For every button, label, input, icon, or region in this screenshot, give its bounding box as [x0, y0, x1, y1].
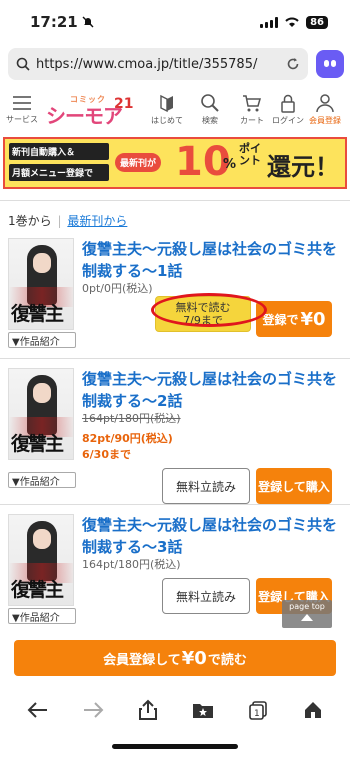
cover-title: 復讐主夫: [11, 433, 64, 455]
nav-search[interactable]: 検索: [193, 93, 227, 126]
free-preview-button-3[interactable]: 無料立読み: [162, 578, 250, 614]
home-button[interactable]: [298, 695, 328, 725]
logo-main-text: シーモア: [46, 104, 123, 128]
cover-image-1[interactable]: 復讐主夫: [8, 238, 74, 330]
bookmark-folder-icon: [192, 704, 213, 718]
extension-icon[interactable]: [316, 50, 344, 78]
register-label: 登録で: [262, 312, 299, 327]
mute-bell-icon: [82, 16, 94, 28]
tabs-icon: 1: [248, 701, 267, 720]
reload-icon[interactable]: [286, 57, 300, 71]
battery-icon: 86: [306, 15, 328, 29]
banner-badge: 最新刊が: [115, 153, 162, 172]
banner-line-1: 新刊自動購入＆: [9, 143, 109, 160]
site-logo[interactable]: コミック シーモア 21: [44, 92, 134, 128]
nav-register[interactable]: 会員登録: [308, 93, 342, 126]
home-icon: [304, 702, 321, 718]
divider: [0, 358, 350, 359]
order-separator: |: [57, 214, 62, 228]
search-icon: [16, 57, 30, 71]
bookmarks-button[interactable]: [188, 695, 218, 725]
cover-title: 復讐主夫: [11, 303, 64, 325]
register-read-free-button[interactable]: 会員登録して ¥0 で読む: [14, 640, 336, 676]
beginner-mark-icon: [157, 93, 177, 113]
arrow-left-icon: [27, 702, 47, 718]
cover-image-2[interactable]: 復讐主夫: [8, 368, 74, 460]
register-price: ¥0: [300, 308, 326, 330]
banner-line-2: 月額メニュー登録で: [9, 164, 109, 181]
intro-toggle-1[interactable]: ▼作品紹介: [8, 332, 76, 348]
nav-beginner[interactable]: はじめて: [150, 93, 184, 126]
divider: [0, 200, 350, 201]
arrow-right-icon: [83, 702, 103, 718]
cover-title: 復讐主夫: [11, 579, 64, 601]
sale-until-2: 6/30まで: [82, 448, 131, 461]
register-buy-button-2[interactable]: 登録して購入: [256, 468, 332, 504]
home-indicator: [112, 744, 238, 749]
arrow-up-icon: [301, 614, 313, 621]
user-icon: [315, 93, 335, 113]
divider: [0, 504, 350, 505]
nav-cart-label: カート: [240, 116, 264, 125]
hamburger-icon: [13, 96, 31, 110]
nav-beginner-label: はじめて: [151, 116, 183, 125]
lock-icon: [278, 93, 298, 113]
nav-cart[interactable]: カート: [235, 93, 269, 126]
order-from-first[interactable]: 1巻から: [8, 214, 52, 228]
signal-icon: [260, 16, 279, 28]
volume-price-3: 164pt/180円(税込): [82, 558, 181, 571]
cta-pre: 会員登録して: [103, 652, 181, 668]
cart-icon: [242, 93, 262, 113]
status-time: 17:21: [30, 13, 94, 31]
forward-button[interactable]: [78, 695, 108, 725]
logo-number-text: 21: [114, 96, 134, 112]
cta-post: で読む: [207, 652, 247, 668]
register-free-button-1[interactable]: 登録で ¥0: [256, 301, 332, 337]
wifi-icon: [285, 17, 299, 27]
svg-text:1: 1: [254, 709, 260, 719]
cta-price: ¥0: [181, 647, 207, 669]
volume-title-2[interactable]: 復讐主夫～元殺し屋は社会のゴミ共を制裁する～2話: [82, 368, 344, 412]
browser-toolbar: 1: [0, 690, 350, 730]
cover-image-3[interactable]: 復讐主夫: [8, 514, 74, 606]
banner-point: ポイント: [239, 142, 261, 167]
volume-title-3[interactable]: 復讐主夫～元殺し屋は社会のゴミ共を制裁する～3話: [82, 514, 344, 558]
volume-price-old-2: 164pt/180円(税込): [82, 412, 181, 425]
banner-percent: %: [223, 157, 237, 172]
order-from-latest-link[interactable]: 最新刊から: [67, 214, 127, 228]
page-top-label: page top: [289, 602, 325, 611]
url-text: https://www.cmoa.jp/title/355785/: [36, 56, 258, 72]
service-menu-label: サービス: [6, 115, 38, 124]
sort-order: 1巻から | 最新刊から: [8, 212, 127, 229]
nav-search-label: 検索: [202, 116, 218, 125]
intro-toggle-3[interactable]: ▼作品紹介: [8, 608, 76, 624]
volume-price-1: 0pt/0円(税込): [82, 282, 153, 295]
page-top-button[interactable]: page top: [282, 600, 332, 628]
volume-title-1[interactable]: 復讐主夫～元殺し屋は社会のゴミ共を制裁する～1話: [82, 238, 344, 282]
nav-login-label: ログイン: [272, 116, 304, 125]
status-bar: 17:21 86: [0, 0, 350, 44]
back-button[interactable]: [23, 695, 53, 725]
nav-register-label: 会員登録: [309, 116, 341, 125]
address-bar[interactable]: https://www.cmoa.jp/title/355785/: [8, 48, 308, 80]
share-icon: [138, 699, 157, 720]
volume-price-sale-2: 82pt/90円(税込): [82, 432, 173, 445]
free-preview-button-2[interactable]: 無料立読み: [162, 468, 250, 504]
service-menu-button[interactable]: サービス: [4, 92, 40, 125]
banner-refund: 還元！: [267, 153, 339, 181]
nav-login[interactable]: ログイン: [271, 93, 305, 126]
intro-toggle-2[interactable]: ▼作品紹介: [8, 472, 76, 488]
site-header: サービス コミック シーモア 21 はじめて 検索 カート ログイン 会員登録: [0, 88, 350, 132]
magnifier-icon: [200, 93, 220, 113]
share-button[interactable]: [133, 695, 163, 725]
highlight-circle: [151, 293, 267, 327]
time-text: 17:21: [30, 13, 78, 31]
promo-banner[interactable]: 新刊自動購入＆ 月額メニュー登録で 最新刊が 10 % ポイント 還元！: [3, 137, 347, 189]
tabs-button[interactable]: 1: [243, 695, 273, 725]
